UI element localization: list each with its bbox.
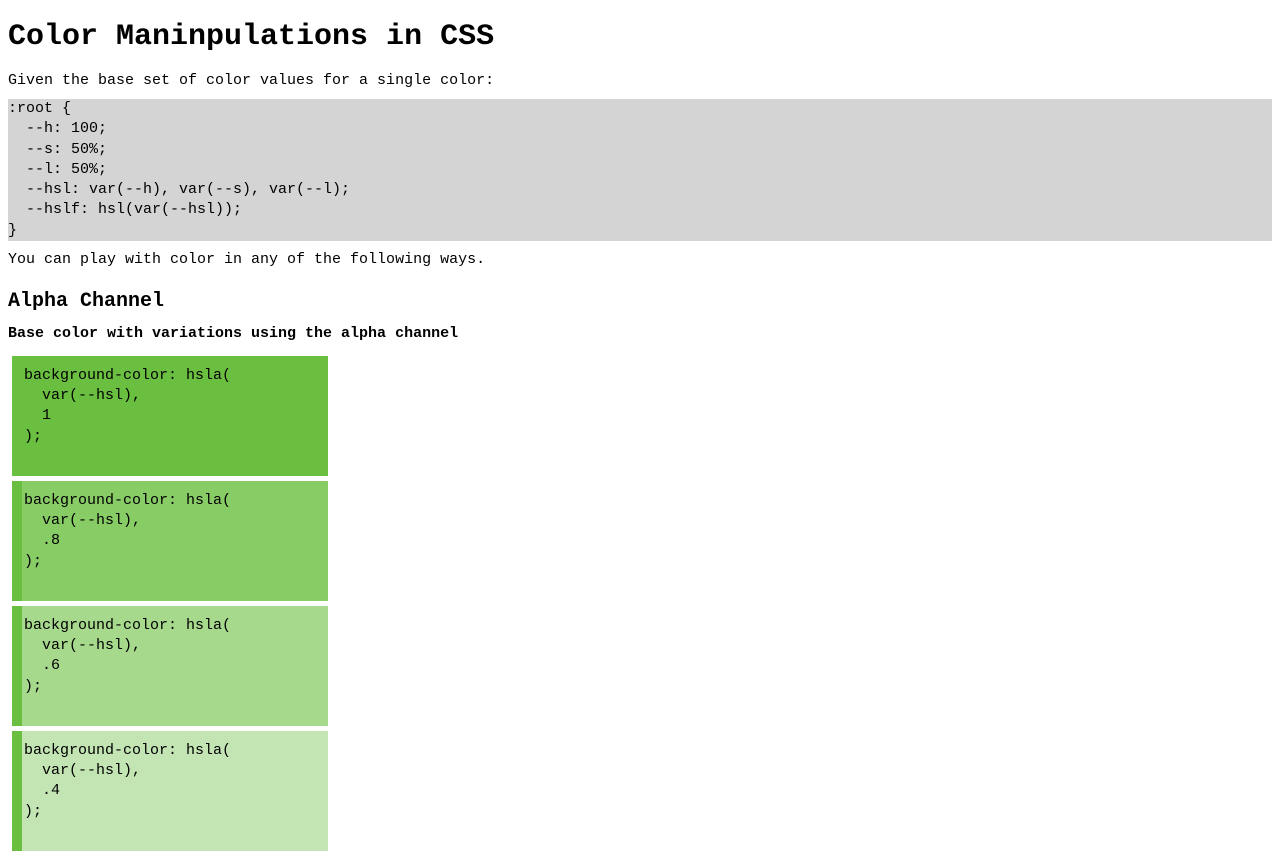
section-heading-alpha: Alpha Channel: [8, 290, 1272, 313]
section-subheading-alpha: Base color with variations using the alp…: [8, 325, 1272, 342]
swatch-alpha-0-8: background-color: hsla( var(--hsl), .8 )…: [12, 481, 328, 601]
play-text: You can play with color in any of the fo…: [8, 251, 1272, 268]
root-code-block: :root { --h: 100; --s: 50%; --l: 50%; --…: [8, 99, 1272, 241]
swatch-alpha-0-6: background-color: hsla( var(--hsl), .6 )…: [12, 606, 328, 726]
swatch-alpha-1: background-color: hsla( var(--hsl), 1 );: [12, 356, 328, 476]
alpha-swatch-list: background-color: hsla( var(--hsl), 1 );…: [8, 356, 328, 851]
intro-text: Given the base set of color values for a…: [8, 72, 1272, 89]
swatch-alpha-0-4: background-color: hsla( var(--hsl), .4 )…: [12, 731, 328, 851]
page-title: Color Maninpulations in CSS: [8, 20, 1272, 54]
